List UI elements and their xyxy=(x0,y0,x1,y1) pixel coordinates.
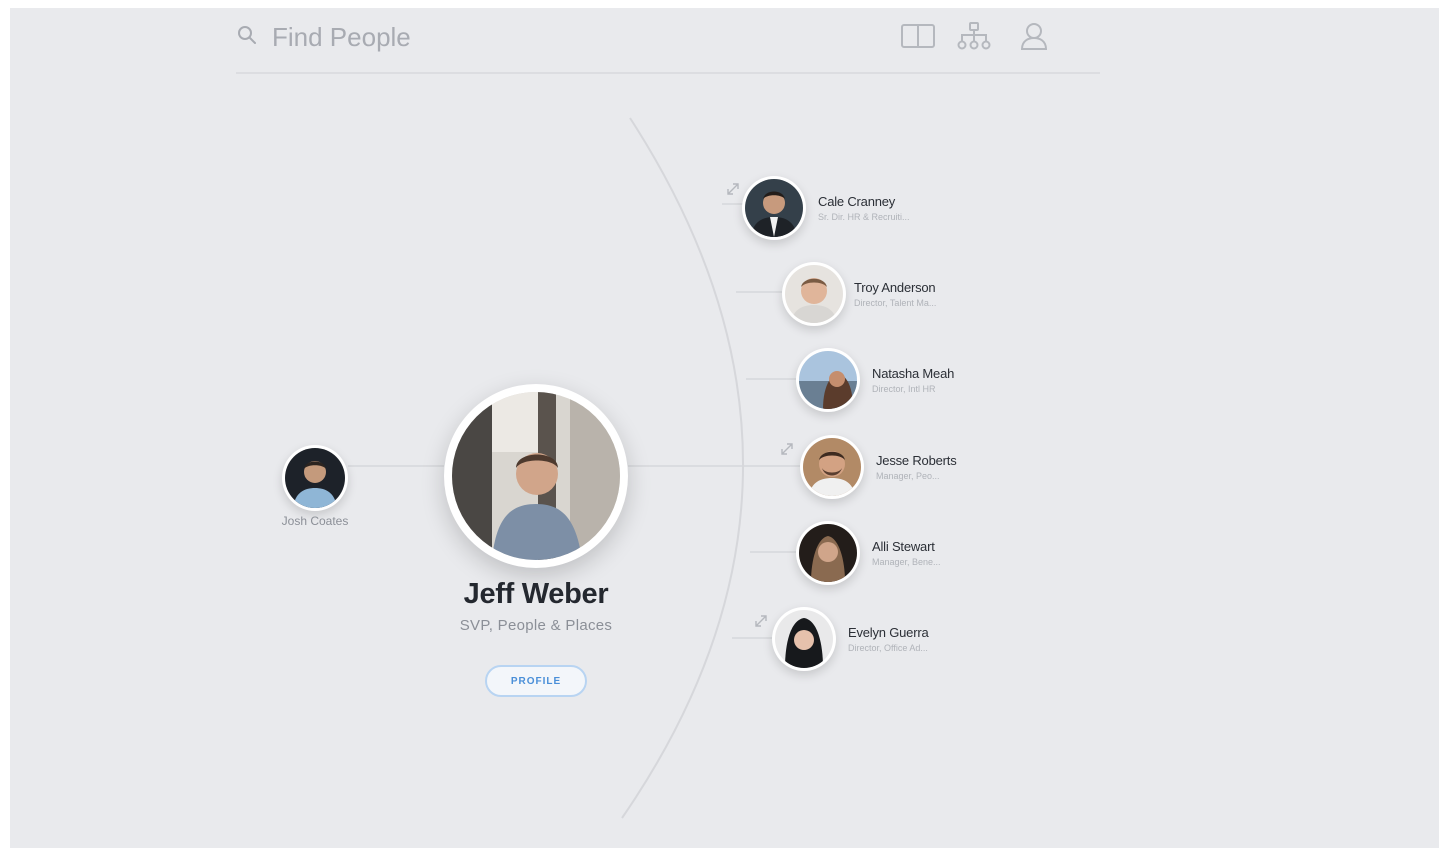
columns-view-icon xyxy=(900,22,936,55)
focus-person-name: Jeff Weber xyxy=(463,578,609,610)
org-chart-button[interactable] xyxy=(954,20,994,56)
avatar xyxy=(803,438,861,496)
report-title: Manager, Bene... xyxy=(872,557,941,567)
report-avatar-evelyn-guerra[interactable] xyxy=(772,607,836,671)
report-title: Director, Office Ad... xyxy=(848,643,928,653)
focus-person-title: SVP, People & Places xyxy=(459,617,613,634)
avatar xyxy=(799,524,857,582)
find-people-input[interactable] xyxy=(270,18,674,56)
avatar xyxy=(745,179,803,237)
report-name[interactable]: Troy Anderson xyxy=(854,280,936,295)
expand-icon[interactable] xyxy=(780,442,794,456)
report-title: Director, Intl HR xyxy=(872,384,936,394)
report-name[interactable]: Cale Cranney xyxy=(818,194,895,209)
report-name[interactable]: Alli Stewart xyxy=(872,539,935,554)
report-name[interactable]: Natasha Meah xyxy=(872,366,954,381)
expand-icon[interactable] xyxy=(754,614,768,628)
report-title: Sr. Dir. HR & Recruiti... xyxy=(818,212,910,222)
avatar xyxy=(785,265,843,323)
avatar xyxy=(285,448,345,508)
person-icon xyxy=(1018,21,1050,56)
connection-arc xyxy=(348,117,800,819)
top-search-bar xyxy=(236,8,1100,74)
avatar xyxy=(452,392,620,560)
report-avatar-jesse-roberts[interactable] xyxy=(800,435,864,499)
manager-name[interactable]: Josh Coates xyxy=(250,514,380,528)
columns-view-button[interactable] xyxy=(898,20,938,56)
manager-avatar[interactable] xyxy=(282,445,348,511)
search-icon xyxy=(236,24,258,46)
app-canvas: Josh Coates Jeff Weber SVP, People & Pla… xyxy=(10,8,1439,848)
avatar xyxy=(799,351,857,409)
report-avatar-troy-anderson[interactable] xyxy=(782,262,846,326)
avatar xyxy=(775,610,833,668)
report-avatar-alli-stewart[interactable] xyxy=(796,521,860,585)
report-title: Manager, Peo... xyxy=(876,471,940,481)
report-avatar-natasha-meah[interactable] xyxy=(796,348,860,412)
focus-person-avatar[interactable] xyxy=(444,384,628,568)
report-title: Director, Talent Ma... xyxy=(854,298,937,308)
report-name[interactable]: Evelyn Guerra xyxy=(848,625,929,640)
report-avatar-cale-cranney[interactable] xyxy=(742,176,806,240)
profile-button[interactable]: PROFILE xyxy=(485,665,587,697)
report-name[interactable]: Jesse Roberts xyxy=(876,453,957,468)
my-profile-button[interactable] xyxy=(1014,20,1054,56)
org-chart-icon xyxy=(956,21,992,56)
expand-icon[interactable] xyxy=(726,182,740,196)
